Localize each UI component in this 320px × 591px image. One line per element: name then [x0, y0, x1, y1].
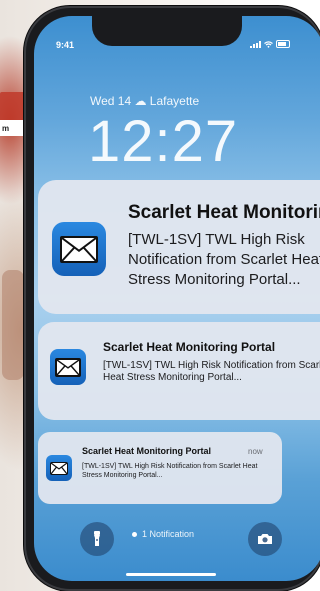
- notification-time: now: [248, 447, 263, 456]
- notification-title: Scarlet Heat Monitoring Portal: [103, 340, 276, 354]
- mail-icon: [50, 461, 68, 475]
- notification-card-small[interactable]: Scarlet Heat Monitoring Portal now [TWL-…: [38, 432, 282, 504]
- notification-count[interactable]: 1 Notification: [132, 529, 194, 539]
- date-location: Wed 14 ☁ Lafayette: [90, 94, 200, 108]
- flashlight-button[interactable]: [80, 522, 114, 556]
- lock-clock: 12:27: [88, 109, 239, 174]
- notification-card-medium[interactable]: Scarlet Heat Monitoring Portal [TWL-1SV]…: [38, 322, 320, 420]
- notification-body: [TWL-1SV] TWL High Risk Notification fro…: [128, 231, 320, 288]
- battery-icon: [276, 40, 290, 48]
- notification-body: [TWL-1SV] TWL High Risk Notification fro…: [82, 463, 258, 479]
- phone-frame: 9:41 Wed 14 ☁ Lafayette 12:27 Scarlet He…: [24, 6, 320, 591]
- camera-icon: [258, 534, 272, 544]
- flashlight-icon: [94, 531, 100, 546]
- notification-count-label: 1 Notification: [142, 529, 195, 539]
- mail-app-icon: [52, 222, 106, 276]
- camera-button[interactable]: [248, 522, 282, 556]
- wifi-icon: [264, 40, 273, 48]
- mail-app-icon: [50, 349, 86, 385]
- notification-body: [TWL-1SV] TWL High Risk Notification fro…: [103, 360, 320, 383]
- backdrop-hand: [2, 270, 24, 380]
- mail-icon: [60, 235, 98, 263]
- status-icons: [250, 40, 290, 48]
- mail-icon: [55, 357, 81, 377]
- notification-title: Scarlet Heat Monitoring Portal: [82, 446, 212, 456]
- signal-icon: [250, 40, 261, 48]
- home-indicator[interactable]: [126, 573, 216, 576]
- notification-title: Scarlet Heat Monitoring Portal: [128, 202, 320, 223]
- mail-app-icon: [46, 455, 72, 481]
- status-time: 9:41: [56, 40, 75, 50]
- notification-card-large[interactable]: Scarlet Heat Monitoring Portal [TWL-1SV]…: [38, 180, 320, 314]
- lock-screen: 9:41 Wed 14 ☁ Lafayette 12:27 Scarlet He…: [34, 16, 320, 581]
- notch: [92, 16, 242, 46]
- notification-dot-icon: [132, 531, 137, 537]
